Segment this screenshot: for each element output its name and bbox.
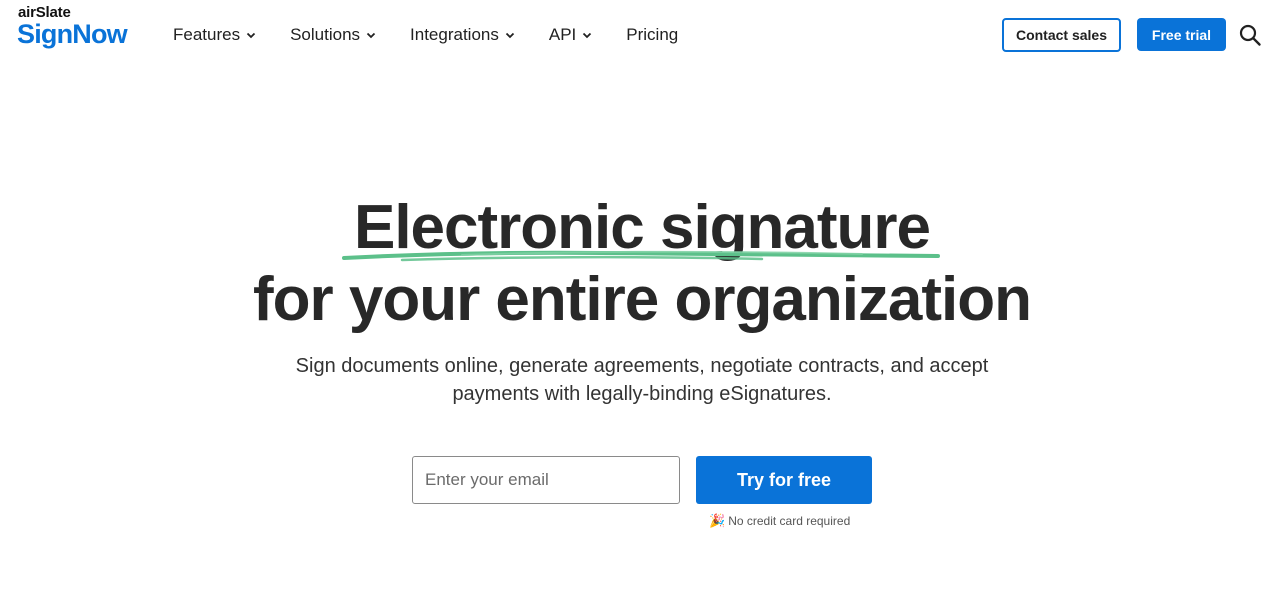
try-for-free-button[interactable]: Try for free xyxy=(696,456,872,504)
email-input[interactable] xyxy=(412,456,680,504)
no-credit-card-note: 🎉 No credit card required xyxy=(709,512,850,530)
search-icon[interactable] xyxy=(1238,23,1262,47)
nav-item-integrations[interactable]: Integrations xyxy=(410,23,515,47)
hero-subtitle-line2: payments with legally-binding eSignature… xyxy=(452,383,832,405)
logo-signnow-text: SignNow xyxy=(17,19,128,49)
hero-subtitle-line1: Sign documents online, generate agreemen… xyxy=(295,355,989,377)
brush-underline-decoration xyxy=(342,250,940,262)
party-popper-icon: 🎉 xyxy=(709,513,726,528)
contact-sales-button[interactable]: Contact sales xyxy=(1002,18,1121,52)
chevron-down-icon xyxy=(366,32,376,39)
chevron-down-icon xyxy=(583,32,592,39)
signnow-logo[interactable]: airSlate SignNow xyxy=(17,4,148,54)
nav-item-label: Pricing xyxy=(626,25,679,44)
nav-item-features[interactable]: Features xyxy=(173,23,256,47)
note-text: No credit card required xyxy=(728,514,851,528)
hero-title-line2: for your entire organization xyxy=(252,265,1032,334)
main-nav: Features Solutions Integrations API Pric… xyxy=(173,23,712,47)
free-trial-button[interactable]: Free trial xyxy=(1137,18,1226,51)
chevron-down-icon xyxy=(505,32,515,39)
nav-item-api[interactable]: API xyxy=(549,23,592,47)
chevron-down-icon xyxy=(246,32,256,39)
site-header: airSlate SignNow Features Solutions Inte… xyxy=(0,0,1284,70)
nav-item-label: Integrations xyxy=(410,25,499,44)
nav-item-label: API xyxy=(548,25,577,44)
hero-subtitle: Sign documents online, generate agreemen… xyxy=(270,352,1014,408)
nav-item-solutions[interactable]: Solutions xyxy=(290,23,376,47)
nav-item-pricing[interactable]: Pricing xyxy=(626,23,678,47)
nav-item-label: Features xyxy=(173,25,241,44)
nav-item-label: Solutions xyxy=(290,25,361,44)
